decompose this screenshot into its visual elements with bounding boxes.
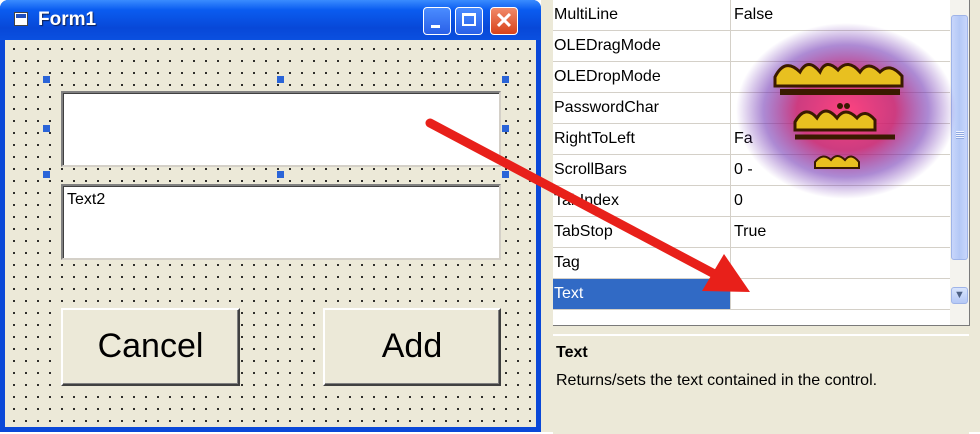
property-name: RightToLeft bbox=[553, 124, 731, 154]
property-name: ScrollBars bbox=[553, 155, 731, 185]
scroll-down-button[interactable]: ▼ bbox=[951, 287, 968, 304]
resize-handle-right[interactable] bbox=[502, 125, 509, 132]
property-row-tabstop[interactable]: TabStop True bbox=[553, 217, 950, 248]
property-name: Tag bbox=[553, 248, 731, 278]
property-row-tag[interactable]: Tag bbox=[553, 248, 950, 279]
description-text: Returns/sets the text contained in the c… bbox=[556, 372, 878, 389]
property-row-text[interactable]: Text bbox=[553, 279, 950, 310]
text1-textbox[interactable] bbox=[61, 91, 501, 167]
form-icon bbox=[14, 12, 28, 26]
property-name: Text bbox=[553, 279, 731, 309]
resize-handle-bottom-left[interactable] bbox=[43, 171, 50, 178]
property-value[interactable] bbox=[734, 248, 950, 278]
resize-handle-left[interactable] bbox=[43, 125, 50, 132]
watermark-logo bbox=[736, 23, 956, 199]
form-title: Form1 bbox=[38, 9, 97, 30]
property-name: TabStop bbox=[553, 217, 731, 247]
resize-handle-bottom-right[interactable] bbox=[502, 171, 509, 178]
property-name: TabIndex bbox=[553, 186, 731, 216]
grip-icon bbox=[956, 131, 964, 139]
close-icon: ✕ bbox=[494, 8, 514, 33]
minimize-button[interactable] bbox=[423, 7, 451, 35]
property-value[interactable]: True bbox=[734, 217, 950, 247]
property-description-pane: Text Returns/sets the text contained in … bbox=[553, 334, 969, 434]
resize-handle-top[interactable] bbox=[277, 76, 284, 83]
resize-handle-top-left[interactable] bbox=[43, 76, 50, 83]
property-name: OLEDropMode bbox=[553, 62, 731, 92]
property-name: OLEDragMode bbox=[553, 31, 731, 61]
form-design-surface[interactable]: Text2 Cancel Add bbox=[5, 40, 536, 427]
resize-handle-top-right[interactable] bbox=[502, 76, 509, 83]
form-window: Form1 ✕ Text2 Cancel Add bbox=[0, 0, 541, 432]
property-name: MultiLine bbox=[553, 0, 731, 30]
scroll-down-arrow-icon: ▼ bbox=[954, 289, 965, 301]
resize-handle-bottom[interactable] bbox=[277, 171, 284, 178]
add-button[interactable]: Add bbox=[323, 308, 501, 386]
cancel-button[interactable]: Cancel bbox=[61, 308, 240, 386]
form-titlebar[interactable]: Form1 ✕ bbox=[0, 0, 541, 40]
maximize-button[interactable] bbox=[455, 7, 483, 35]
text2-textbox[interactable]: Text2 bbox=[61, 184, 501, 260]
close-button[interactable]: ✕ bbox=[490, 7, 518, 35]
property-value[interactable] bbox=[734, 279, 950, 309]
property-name: PasswordChar bbox=[553, 93, 731, 123]
description-title: Text bbox=[556, 344, 588, 361]
